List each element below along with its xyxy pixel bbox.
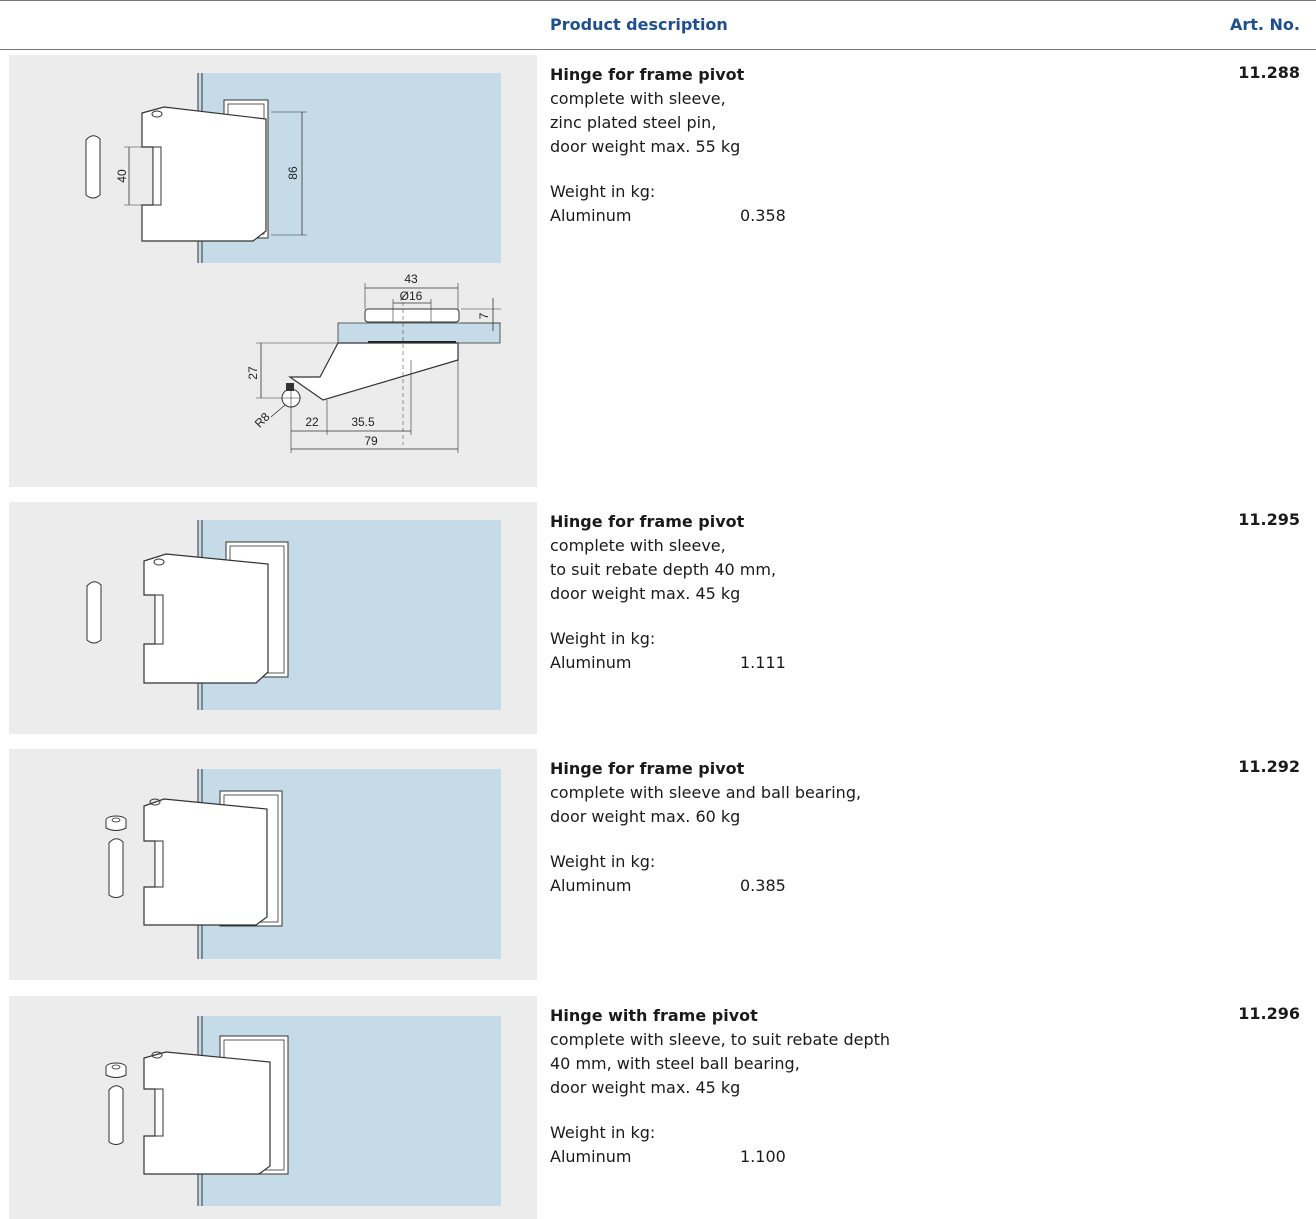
weight-block: Weight in kg: Aluminum 0.385: [550, 850, 1170, 898]
material-weight-row: Aluminum 1.100: [550, 1145, 1170, 1169]
product-title: Hinge for frame pivot: [550, 65, 745, 84]
dim-radius: R8: [252, 410, 273, 431]
material-label: Aluminum: [550, 1147, 632, 1166]
product-title: Hinge for frame pivot: [550, 512, 745, 531]
material-label: Aluminum: [550, 653, 632, 672]
dim-b: 35.5: [351, 415, 375, 429]
description-line: complete with sleeve,: [550, 89, 726, 108]
product-description-header: Product description: [550, 15, 728, 34]
hinge-drawing: [105, 1016, 501, 1206]
product-drawing: [9, 502, 537, 734]
product-row: Hinge for frame pivot complete with slee…: [0, 749, 1316, 980]
product-description: Hinge for frame pivot complete with slee…: [550, 63, 1170, 228]
weight-block: Weight in kg: Aluminum 1.111: [550, 627, 1170, 675]
product-drawing: [9, 749, 537, 980]
description-line: complete with sleeve and ball bearing,: [550, 783, 862, 802]
art-number: 11.292: [1238, 757, 1300, 776]
description-line: door weight max. 55 kg: [550, 137, 741, 156]
dim-a: 22: [305, 415, 319, 429]
weight-label: Weight in kg:: [550, 182, 656, 201]
product-title: Hinge with frame pivot: [550, 1006, 758, 1025]
material-weight-row: Aluminum 0.385: [550, 874, 1170, 898]
material-weight-row: Aluminum 1.111: [550, 651, 1170, 675]
product-row: Hinge for frame pivot complete with slee…: [0, 502, 1316, 734]
product-description: Hinge for frame pivot complete with slee…: [550, 757, 1170, 898]
dim-height: 86: [286, 166, 300, 180]
description-line: zinc plated steel pin,: [550, 113, 717, 132]
product-row: Hinge with frame pivot complete with sle…: [0, 996, 1316, 1219]
description-line: 40 mm, with steel ball bearing,: [550, 1054, 800, 1073]
material-weight-row: Aluminum 0.358: [550, 204, 1170, 228]
description-line: door weight max. 45 kg: [550, 584, 741, 603]
description-line: complete with sleeve,: [550, 536, 726, 555]
product-row: 40 86 43 Ø16 7 27 R8 22 35.5 79 Hinge fo…: [0, 55, 1316, 487]
dim-width: 43: [404, 272, 418, 286]
dim-offset: 27: [246, 366, 260, 380]
description-line: to suit rebate depth 40 mm,: [550, 560, 777, 579]
product-drawing: [9, 996, 537, 1219]
weight-block: Weight in kg: Aluminum 1.100: [550, 1121, 1170, 1169]
weight-value: 1.100: [740, 1147, 786, 1166]
material-label: Aluminum: [550, 206, 632, 225]
description-line: door weight max. 45 kg: [550, 1078, 741, 1097]
material-label: Aluminum: [550, 876, 632, 895]
hinge-drawing: [105, 769, 501, 959]
table-header: Product description Art. No.: [0, 1, 1316, 49]
weight-value: 1.111: [740, 653, 786, 672]
description-line: complete with sleeve, to suit rebate dep…: [550, 1030, 891, 1049]
hinge-drawing: [86, 520, 501, 710]
dim-plate-thickness: 7: [477, 312, 491, 319]
product-drawing: 40 86 43 Ø16 7 27 R8 22 35.5 79: [9, 55, 537, 487]
dim-c: 79: [364, 434, 378, 448]
product-description: Hinge with frame pivot complete with sle…: [550, 1004, 1170, 1169]
header-rule: [0, 49, 1316, 50]
dim-pin-length: 40: [115, 169, 129, 183]
product-description: Hinge for frame pivot complete with slee…: [550, 510, 1170, 675]
weight-value: 0.358: [740, 206, 786, 225]
weight-label: Weight in kg:: [550, 1123, 656, 1142]
hinge-technical-drawing: 40 86 43 Ø16 7 27 R8 22 35.5 79: [85, 73, 501, 453]
dim-diameter: Ø16: [400, 289, 423, 303]
product-title: Hinge for frame pivot: [550, 759, 745, 778]
description-line: door weight max. 60 kg: [550, 807, 741, 826]
art-number: 11.288: [1238, 63, 1300, 82]
weight-value: 0.385: [740, 876, 786, 895]
weight-block: Weight in kg: Aluminum 0.358: [550, 180, 1170, 228]
art-number: 11.296: [1238, 1004, 1300, 1023]
art-no-header: Art. No.: [1229, 15, 1300, 34]
weight-label: Weight in kg:: [550, 852, 656, 871]
art-number: 11.295: [1238, 510, 1300, 529]
weight-label: Weight in kg:: [550, 629, 656, 648]
